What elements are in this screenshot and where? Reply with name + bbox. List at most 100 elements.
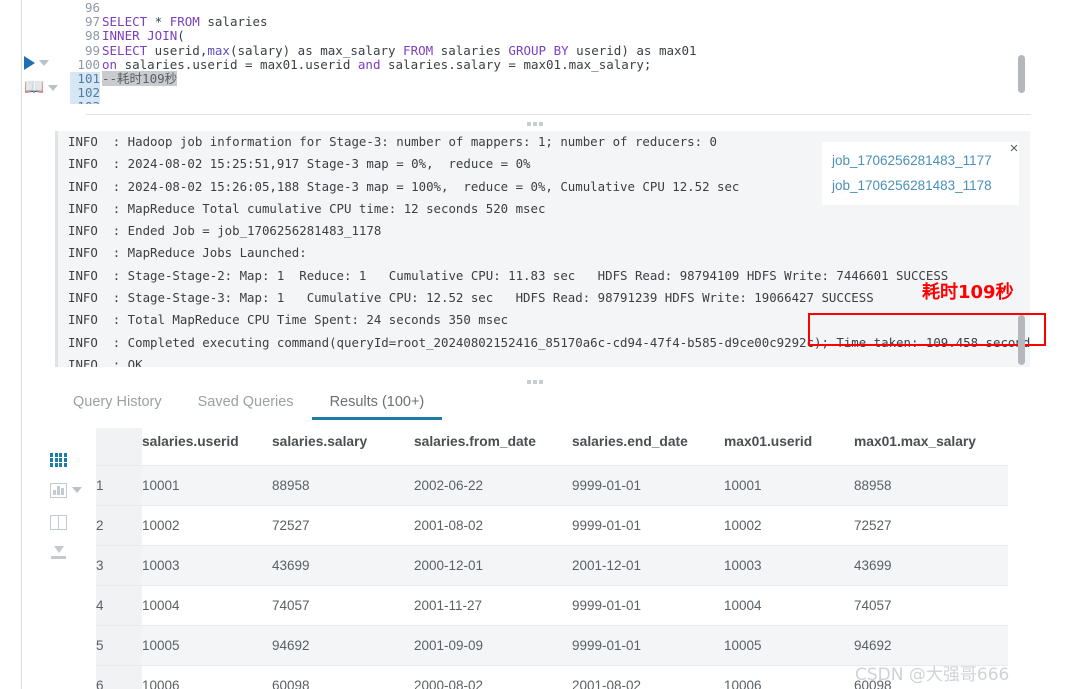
row-index: 6 [96,665,142,689]
row-index: 2 [96,505,142,546]
log-line: INFO : MapReduce Jobs Launched: [68,245,307,261]
table-row[interactable]: 3 10003 43699 2000-12-01 2001-12-01 10003 4369… [96,545,1008,586]
table-row[interactable]: 5 10005 94692 2001-09-09 9999-01-01 10005 9469… [96,625,1008,666]
table-cell: 2001-09-09 [414,625,572,666]
table-row[interactable]: 2 10002 72527 2001-08-02 9999-01-01 10002 7252… [96,505,1008,546]
line-number: 99 [84,42,100,58]
table-cell: 72527 [272,505,414,546]
table-cell: 10002 [724,505,854,546]
code-token: FROM [403,42,434,58]
grid-view-button[interactable] [50,450,84,470]
chart-view-icon [50,482,67,498]
row-index: 3 [96,545,142,586]
col-header-max01-max_salary[interactable]: max01.max_salary [854,428,1008,466]
code-token: GROUP BY [508,42,569,58]
columns-view-icon [50,514,67,530]
log-vscrollbar-thumb[interactable] [1018,315,1025,365]
table-cell: 43699 [854,545,1008,586]
tab-results-100[interactable]: Results (100+) [311,392,443,420]
tab-query-history[interactable]: Query History [55,392,180,420]
results-table-header-row: salaries.userid salaries.salary salaries.f… [96,428,1008,466]
editor-resize-handle[interactable] [527,121,549,127]
table-cell: 9999-01-01 [572,505,724,546]
row-index: 4 [96,585,142,626]
log-line: INFO : Stage-Stage-3: Map: 1 Cumulative … [68,290,874,306]
table-row[interactable]: 4 10004 74057 2001-11-27 9999-01-01 10004 7405… [96,585,1008,626]
sql-code-editor[interactable]: 📖 96979899100101102103 SELECT * FROM sal… [23,0,1081,104]
table-row[interactable]: 6 10006 60098 2000-08-02 2001-08-02 10006 6009… [96,665,1008,689]
table-cell: 60098 [272,665,414,689]
chart-view-button[interactable] [50,480,84,500]
columns-view-button[interactable] [50,512,84,532]
table-cell: 43699 [272,545,414,586]
table-cell: 2001-08-02 [414,505,572,546]
log-line: INFO : Ended Job = job_1706256281483_117… [68,223,382,239]
download-button[interactable] [50,544,84,564]
table-cell: 9999-01-01 [572,625,724,666]
code-token: salaries [433,42,509,58]
table-cell: 60098 [854,665,1008,689]
results-table-body: 1 10001 88958 2002-06-22 9999-01-01 10001 8895… [96,465,1008,689]
table-cell: 88958 [854,465,1008,506]
chevron-down-icon[interactable] [39,60,49,66]
chevron-down-icon-chart[interactable] [72,487,82,493]
line-number: 98 [84,28,100,44]
close-icon[interactable]: × [1006,141,1022,157]
editor-code-text[interactable]: SELECT * FROM salaries INNER JOIN(SELECT … [102,0,1081,104]
job-links-popover[interactable]: job_1706256281483_1177 job_1706256281483… [822,142,1019,205]
table-cell: 9999-01-01 [572,585,724,626]
table-cell: 72527 [854,505,1008,546]
chevron-down-icon-2[interactable] [47,85,58,91]
job-link-1[interactable]: job_1706256281483_1177 [832,148,1009,173]
editor-bottom-divider [86,114,1031,115]
run-triangle-icon [24,56,35,70]
table-cell: 10002 [142,505,272,546]
table-cell: 2000-08-02 [414,665,572,689]
tab-saved-queries[interactable]: Saved Queries [180,392,312,420]
line-number: 101 [70,71,100,87]
sql-editor-app: 📖 96979899100101102103 SELECT * FROM sal… [0,0,1081,689]
row-index: 1 [96,465,142,506]
results-table-container[interactable]: salaries.userid salaries.salary salaries.f… [96,428,1081,689]
code-token: salaries [199,14,268,30]
annotation-text: 耗时109秒 [922,282,1014,303]
code-line: SELECT userid,max(salary) as max_salary … [102,42,1081,58]
table-cell: 10004 [142,585,272,626]
code-token: and [357,56,381,72]
table-cell: 10006 [724,665,854,689]
line-number: 103 [70,100,100,104]
col-header-salaries-end_date[interactable]: salaries.end_date [572,428,724,466]
col-header-salaries-from_date[interactable]: salaries.from_date [414,428,572,466]
explain-book-icon[interactable]: 📖 [24,80,58,96]
download-icon [50,546,67,562]
col-header-salaries-userid[interactable]: salaries.userid [142,428,272,466]
col-header-salaries-salary[interactable]: salaries.salary [272,428,414,466]
log-vscrollbar-thumb-top[interactable] [1018,55,1025,93]
editor-hscrollbar-track[interactable] [102,90,1081,99]
editor-gutter-icons: 📖 [23,0,70,104]
table-cell: 2002-06-22 [414,465,572,506]
code-token: SELECT [102,42,148,58]
results-resize-handle[interactable] [527,379,549,385]
table-cell: 74057 [272,585,414,626]
result-view-rail [50,450,84,570]
line-number: 102 [70,85,100,101]
left-rail [0,0,22,689]
table-cell: 10006 [142,665,272,689]
code-token: on [102,56,118,72]
job-link-2[interactable]: job_1706256281483_1178 [832,173,1009,198]
table-cell: 10003 [724,545,854,586]
code-token: salaries.salary = max01.max_salary; [380,56,652,72]
table-cell: 2000-12-01 [414,545,572,586]
table-cell: 10001 [724,465,854,506]
code-token: --耗时109秒 [102,70,178,86]
table-cell: 2001-11-27 [414,585,572,626]
col-header-max01-userid[interactable]: max01.userid [724,428,854,466]
log-line: INFO : OK [68,356,143,367]
line-number: 96 [84,0,100,15]
run-query-icon[interactable] [24,55,49,71]
table-row[interactable]: 1 10001 88958 2002-06-22 9999-01-01 10001 8895… [96,465,1008,506]
code-token: max [207,42,230,58]
table-cell: 74057 [854,585,1008,626]
code-token: * [147,14,170,30]
